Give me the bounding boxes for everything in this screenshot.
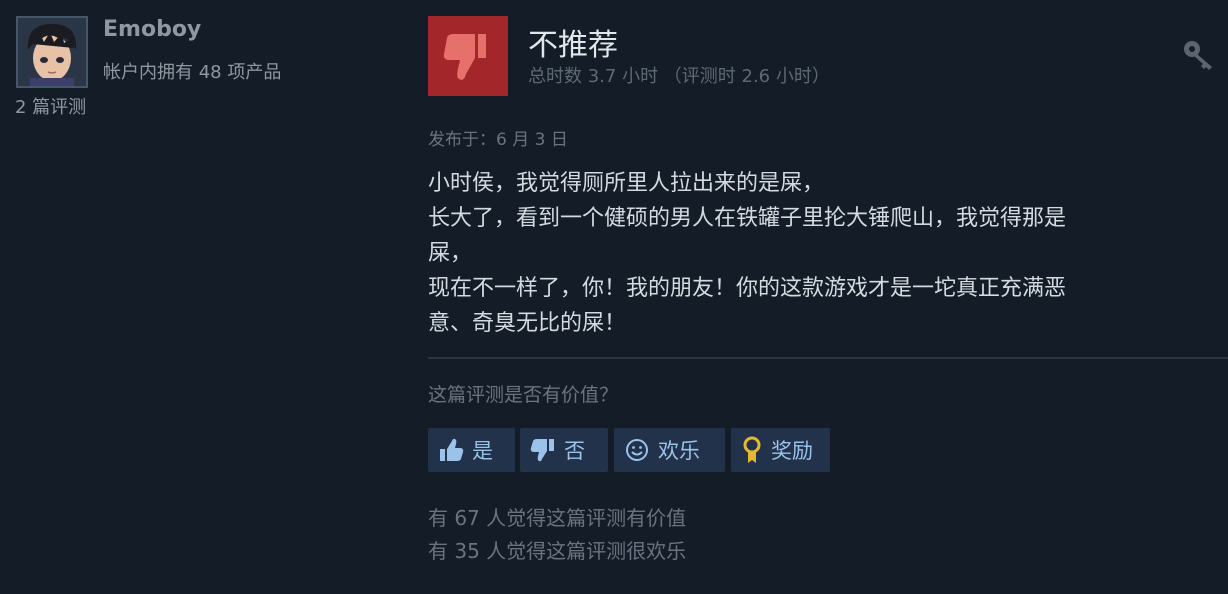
divider [428,357,1228,359]
review-count[interactable]: 2 篇评测 [15,93,86,119]
vote-no-label: 否 [564,439,585,463]
award-label: 奖励 [771,439,813,463]
helpful-question: 这篇评测是否有价值？ [428,384,619,406]
smiley-icon [626,439,648,461]
review-line: 现在不一样了，你！我的朋友！你的这款游戏才是一坨真正充满恶 [428,276,1067,301]
funny-count: 有 35 人觉得这篇评测很欢乐 [428,539,687,563]
award-button[interactable]: 奖励 [731,428,830,472]
review-line: 小时侯，我觉得厕所里人拉出来的是屎， [428,171,825,196]
review-body: 小时侯，我觉得厕所里人拉出来的是屎， 长大了，看到一个健硕的男人在铁罐子里抡大锤… [428,166,1198,341]
helpful-count: 有 67 人觉得这篇评测有价值 [428,506,687,530]
review-line: 屎， [428,241,473,266]
thumbs-up-icon [440,438,464,461]
vote-funny-button[interactable]: 欢乐 [614,428,725,472]
key-icon[interactable] [1180,38,1220,72]
products-owned[interactable]: 帐户内拥有 48 项产品 [103,58,281,84]
thumbs-down-icon [530,439,554,462]
review-line: 长大了，看到一个健硕的男人在铁罐子里抡大锤爬山，我觉得那是 [428,206,1067,231]
thumbs-down-icon [428,16,508,96]
posted-date: 发布于：6 月 3 日 [428,130,568,150]
playtime-hours: 总时数 3.7 小时 （评测时 2.6 小时） [528,66,830,87]
review-page: Emoboy 帐户内拥有 48 项产品 2 篇评测 不推荐 总时数 3.7 小时… [0,0,1228,594]
avatar-image [18,18,86,86]
award-ribbon-icon [743,436,761,463]
user-avatar[interactable] [16,16,88,88]
vote-yes-button[interactable]: 是 [428,428,515,472]
username[interactable]: Emoboy [103,17,201,42]
vote-funny-label: 欢乐 [658,439,700,463]
review-line: 意、奇臭无比的屎！ [428,311,627,336]
vote-no-button[interactable]: 否 [520,428,608,472]
review-verdict[interactable]: 不推荐 [528,20,618,64]
vote-yes-label: 是 [472,439,493,463]
